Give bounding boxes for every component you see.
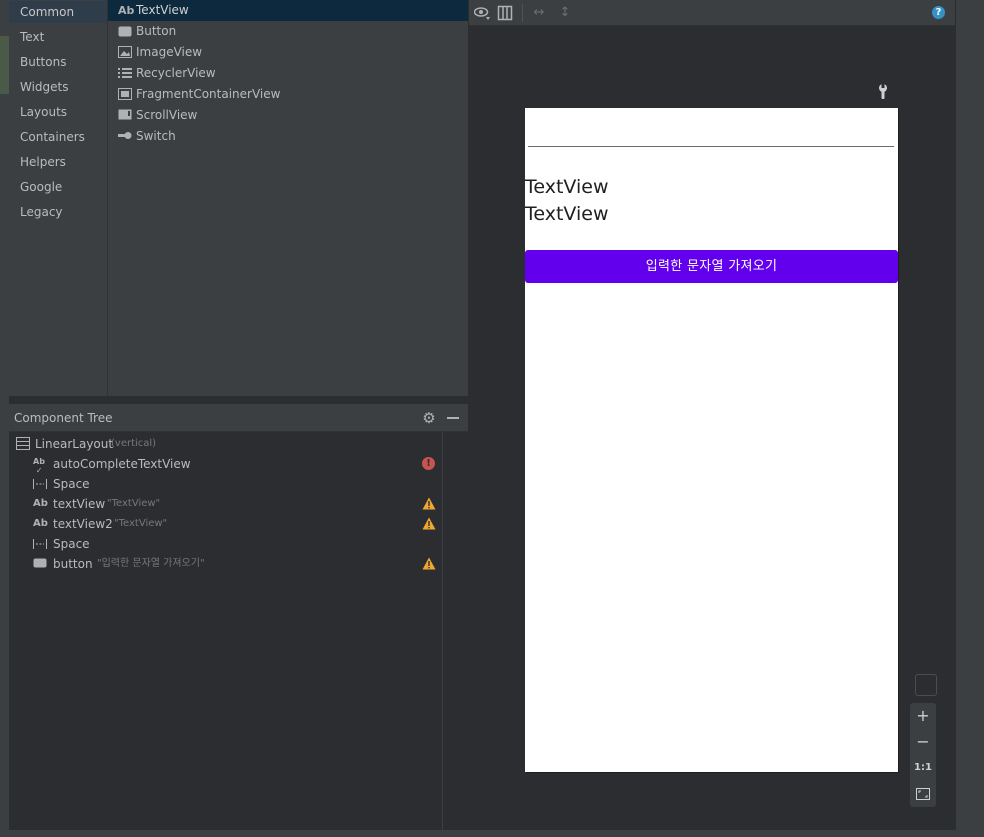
fit-screen-icon: [916, 788, 930, 800]
tree-row-space[interactable]: Space: [9, 474, 442, 494]
design-surface: ↔ ↕ ? TextView TextView 입력한 문자열 가져오기 + −…: [469, 0, 955, 830]
textview2-preview[interactable]: TextView: [525, 202, 609, 226]
vertical-resize-icon[interactable]: ↕: [557, 5, 573, 21]
button-icon: [118, 25, 132, 38]
tree-row-name: button: [53, 557, 93, 571]
zoom-in-button[interactable]: +: [910, 705, 936, 727]
zoom-actual-size-button[interactable]: 1:1: [910, 757, 936, 779]
gear-icon[interactable]: ⚙: [421, 410, 437, 426]
warning-icon[interactable]: [422, 497, 436, 510]
tree-row-name: autoCompleteTextView: [53, 457, 191, 471]
widget-fragmentcontainerview[interactable]: FragmentContainerView: [108, 84, 468, 105]
component-tree: LinearLayout (vertical) Ab ✓ autoComplet…: [9, 432, 442, 830]
widget-recyclerview[interactable]: RecyclerView: [108, 63, 468, 84]
palette-widgets: Ab TextView Button ImageView RecyclerVie…: [108, 0, 468, 396]
category-google[interactable]: Google: [20, 176, 106, 198]
tree-row-detail: "TextView": [107, 498, 161, 509]
component-tree-header: Component Tree ⚙: [9, 404, 468, 432]
tree-row-textview[interactable]: Ab textView "TextView": [9, 494, 442, 514]
warning-icon[interactable]: [422, 557, 436, 570]
widget-scrollview[interactable]: ScrollView: [108, 105, 468, 126]
linear-layout-icon: [16, 437, 30, 451]
tool-strip-accent: [0, 36, 9, 94]
category-legacy[interactable]: Legacy: [20, 201, 106, 223]
device-preview: TextView TextView 입력한 문자열 가져오기: [525, 108, 898, 772]
image-icon: [118, 46, 132, 59]
right-strip-border: [955, 0, 956, 830]
list-icon: [118, 67, 132, 80]
widget-label: ImageView: [136, 45, 203, 59]
widget-textview[interactable]: Ab TextView: [108, 0, 468, 21]
button-preview[interactable]: 입력한 문자열 가져오기: [525, 250, 898, 283]
widget-button[interactable]: Button: [108, 21, 468, 42]
category-widgets[interactable]: Widgets: [20, 76, 106, 98]
category-buttons[interactable]: Buttons: [20, 51, 106, 73]
widget-label: Button: [136, 24, 177, 38]
right-tool-strip: [955, 0, 984, 830]
help-icon[interactable]: ?: [932, 6, 945, 19]
widget-label: RecyclerView: [136, 66, 216, 80]
widget-label: FragmentContainerView: [136, 87, 281, 101]
autocomplete-icon: Ab ✓: [33, 457, 45, 475]
tree-row-name: Space: [53, 537, 90, 551]
widget-label: ScrollView: [136, 108, 198, 122]
tree-row-detail: "TextView": [114, 518, 168, 529]
widget-imageview[interactable]: ImageView: [108, 42, 468, 63]
category-layouts[interactable]: Layouts: [20, 101, 106, 123]
textview-preview[interactable]: TextView: [525, 175, 609, 199]
category-common[interactable]: Common: [9, 1, 107, 23]
tree-row-name: Space: [53, 477, 90, 491]
space-icon: [33, 477, 47, 491]
component-tree-title: Component Tree: [14, 411, 113, 425]
pan-toggle-button[interactable]: [915, 674, 937, 696]
zoom-out-button[interactable]: −: [910, 731, 936, 753]
horizontal-resize-icon[interactable]: ↔: [531, 5, 547, 21]
tree-row-textview2[interactable]: Ab textView2 "TextView": [9, 514, 442, 534]
switch-icon: [118, 130, 132, 143]
zoom-controls: + − 1:1: [910, 703, 936, 807]
category-helpers[interactable]: Helpers: [20, 151, 106, 173]
tree-row-space[interactable]: Space: [9, 534, 442, 554]
tree-row-button[interactable]: button "입력한 문자열 가져오기": [9, 554, 442, 574]
eye-icon[interactable]: [473, 5, 490, 21]
tree-row-detail: "입력한 문자열 가져오기": [97, 558, 205, 569]
zoom-to-fit-button[interactable]: [910, 783, 936, 805]
left-tool-strip: [0, 0, 9, 837]
minimize-icon[interactable]: [447, 417, 459, 419]
tree-row-linearlayout[interactable]: LinearLayout (vertical): [9, 434, 442, 454]
text-icon: Ab: [118, 4, 135, 17]
palette-categories: Common Text Buttons Widgets Layouts Cont…: [9, 0, 107, 396]
tree-gutter: [443, 432, 468, 830]
wrench-icon[interactable]: [877, 84, 891, 102]
text-icon: Ab: [33, 518, 48, 529]
scroll-icon: [118, 109, 132, 122]
category-text[interactable]: Text: [20, 26, 106, 48]
space-icon: [33, 537, 47, 551]
category-containers[interactable]: Containers: [20, 126, 106, 148]
autocomplete-textview-preview[interactable]: [528, 146, 894, 147]
design-toolbar: ↔ ↕ ?: [469, 0, 955, 26]
widget-label: Switch: [136, 129, 176, 143]
error-icon[interactable]: !: [422, 457, 435, 470]
text-icon: Ab: [33, 498, 48, 509]
button-icon: [33, 557, 47, 571]
tree-row-name: textView: [53, 497, 106, 511]
fragment-icon: [118, 88, 132, 101]
blueprint-icon[interactable]: [497, 5, 513, 21]
tree-row-detail: (vertical): [111, 438, 157, 449]
panel-splitter[interactable]: [9, 396, 468, 404]
status-bar: [0, 830, 984, 837]
tree-row-name: textView2: [53, 517, 113, 531]
widget-switch[interactable]: Switch: [108, 126, 468, 147]
palette-panel: Common Text Buttons Widgets Layouts Cont…: [9, 0, 468, 396]
tree-row-autocompletetextview[interactable]: Ab ✓ autoCompleteTextView !: [9, 454, 442, 475]
toolbar-separator: [522, 4, 523, 22]
warning-icon[interactable]: [422, 517, 436, 530]
widget-label: TextView: [136, 3, 189, 17]
android-studio-layout-editor: Common Text Buttons Widgets Layouts Cont…: [0, 0, 984, 837]
tree-row-name: LinearLayout: [35, 437, 114, 451]
